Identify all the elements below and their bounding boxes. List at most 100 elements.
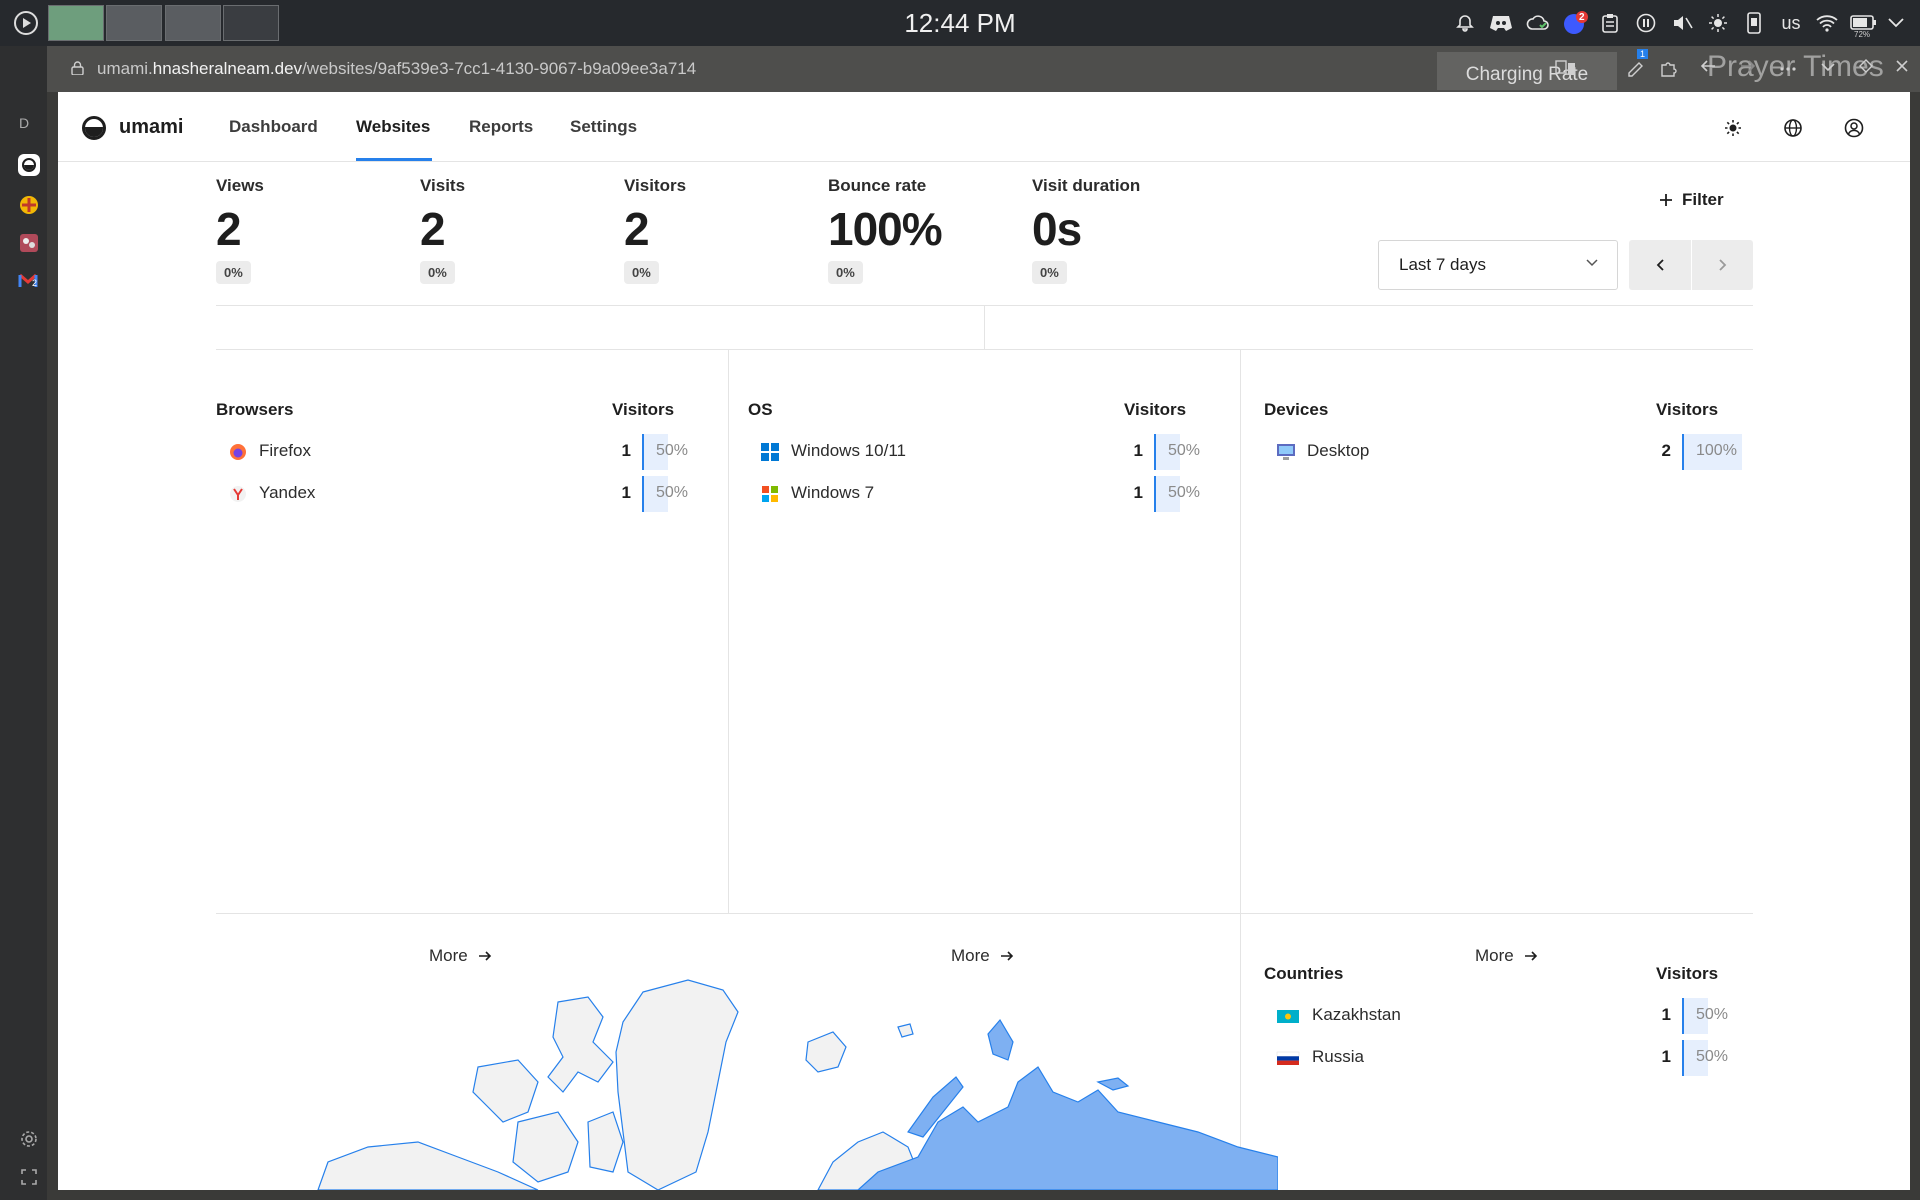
table-row[interactable]: Firefox 1 50% xyxy=(216,434,706,470)
next-period-button[interactable] xyxy=(1692,240,1753,290)
more-options-icon[interactable] xyxy=(1777,59,1799,79)
row-count: 1 xyxy=(1133,441,1143,460)
tab-reports[interactable]: Reports xyxy=(469,117,533,137)
os-more-link[interactable]: More xyxy=(951,946,1014,966)
table-row[interactable]: Desktop 2 100% xyxy=(1264,434,1754,470)
colorful-app-icon[interactable] xyxy=(14,190,44,220)
table-row[interactable]: Kazakhstan 1 50% xyxy=(1264,998,1754,1034)
severnaya-zemlya-shape xyxy=(987,1018,1014,1061)
discord-icon[interactable] xyxy=(1488,11,1514,35)
table-row[interactable]: Windows 10/11 1 50% xyxy=(748,434,1238,470)
chevron-down-icon[interactable] xyxy=(1884,11,1908,35)
launcher-icon[interactable] xyxy=(14,11,38,35)
row-percent: 50% xyxy=(642,476,692,512)
table-row[interactable]: Russia 1 50% xyxy=(1264,1040,1754,1076)
pause-icon[interactable] xyxy=(1634,11,1658,35)
url-field[interactable]: umami.hnasheralneam.dev/websites/9af539e… xyxy=(97,59,696,79)
metric-visitors: Visitors 2 0% xyxy=(624,176,686,284)
gmail-icon[interactable]: 2 xyxy=(14,266,44,296)
world-map[interactable] xyxy=(218,972,1278,1190)
metric-change-badge: 0% xyxy=(1032,261,1067,284)
metric-change-badge: 0% xyxy=(624,261,659,284)
row-count: 1 xyxy=(1661,1047,1671,1066)
url-path: /websites/9af539e3-7cc1-4130-9067-b9a09e… xyxy=(302,59,697,78)
previous-period-button[interactable] xyxy=(1629,240,1691,290)
metric-value: 2 xyxy=(420,203,446,255)
row-count: 1 xyxy=(1661,1005,1671,1024)
user-profile-icon[interactable] xyxy=(1840,114,1868,142)
device-icon[interactable] xyxy=(1742,11,1766,35)
brand-name[interactable]: umami xyxy=(119,116,183,139)
umami-app-window: umami Dashboard Websites Reports Setting… xyxy=(58,92,1910,1190)
workspace-3[interactable] xyxy=(165,5,221,41)
workspace-4[interactable] xyxy=(223,5,279,41)
language-globe-icon[interactable] xyxy=(1779,114,1807,142)
metric-label: Views xyxy=(216,176,264,195)
table-title: OS xyxy=(748,400,773,419)
row-count: 1 xyxy=(621,483,631,502)
metric-views: Views 2 0% xyxy=(216,176,264,284)
browsers-more-link[interactable]: More xyxy=(429,946,492,966)
workspace-1[interactable] xyxy=(48,5,104,41)
minimize-icon[interactable] xyxy=(1817,59,1839,79)
clipboard-icon[interactable] xyxy=(1598,11,1622,35)
lock-icon xyxy=(71,61,84,75)
settings-icon[interactable] xyxy=(14,1124,44,1154)
date-range-value: Last 7 days xyxy=(1399,255,1486,274)
metric-bounce-rate: Bounce rate 100% 0% xyxy=(828,176,943,284)
table-row[interactable]: Yandex 1 50% xyxy=(216,476,706,512)
alarm-icon[interactable] xyxy=(1453,11,1477,35)
clock[interactable]: 12:44 PM xyxy=(860,8,1060,39)
translate-icon[interactable] xyxy=(1555,59,1577,79)
workspace-2[interactable] xyxy=(106,5,162,41)
row-name: Kazakhstan xyxy=(1312,1005,1401,1024)
row-percent: 50% xyxy=(1154,434,1204,470)
metric-label: Visits xyxy=(420,176,466,195)
more-label: More xyxy=(1475,946,1514,965)
screenshot-icon[interactable] xyxy=(14,1162,44,1192)
notifications-icon[interactable]: 2 xyxy=(1562,11,1588,35)
keyboard-layout[interactable]: us xyxy=(1774,11,1808,35)
url-domain: hnasheralneam.dev xyxy=(152,59,303,78)
north-america-shape xyxy=(317,1141,539,1190)
metric-label: Visitors xyxy=(624,176,687,195)
row-percent: 50% xyxy=(1682,1040,1732,1076)
umami-logo-icon[interactable] xyxy=(82,116,106,140)
tab-dashboard[interactable]: Dashboard xyxy=(229,117,318,137)
back-arrow-icon[interactable] xyxy=(1697,59,1719,79)
metric-value: 2 xyxy=(624,203,650,255)
row-name: Firefox xyxy=(259,441,311,460)
metric-visits: Visits 2 0% xyxy=(420,176,465,284)
battery-icon[interactable]: 72% xyxy=(1850,11,1878,39)
filter-button[interactable]: Filter xyxy=(1658,190,1724,210)
chart-divider xyxy=(984,306,985,349)
forward-arrow-icon[interactable] xyxy=(1737,59,1759,79)
metric-change-badge: 0% xyxy=(420,261,455,284)
row-percent: 50% xyxy=(642,434,692,470)
tab-websites[interactable]: Websites xyxy=(356,117,430,137)
volume-muted-icon[interactable] xyxy=(1670,11,1694,35)
theme-toggle-icon[interactable] xyxy=(1719,114,1747,142)
brightness-icon[interactable] xyxy=(1706,11,1730,35)
table-row[interactable]: Windows 7 1 50% xyxy=(748,476,1238,512)
wifi-icon[interactable] xyxy=(1814,11,1840,35)
tab-settings[interactable]: Settings xyxy=(570,117,637,137)
photo-app-icon[interactable] xyxy=(14,228,44,258)
puzzle-icon[interactable] xyxy=(1657,59,1679,79)
row-name: Windows 7 xyxy=(791,483,875,502)
column-header: Visitors xyxy=(612,400,675,419)
cloud-sync-icon[interactable] xyxy=(1525,11,1551,35)
arrow-right-icon xyxy=(1524,951,1537,961)
maximize-icon[interactable] xyxy=(1855,59,1877,79)
close-icon[interactable] xyxy=(1891,59,1913,79)
extension-icon[interactable]: 1 xyxy=(1625,49,1649,79)
devices-more-link[interactable]: More xyxy=(1475,946,1538,966)
row-name: Russia xyxy=(1312,1047,1364,1066)
greenland-shape xyxy=(615,979,739,1190)
top-navigation: umami Dashboard Websites Reports Setting… xyxy=(58,92,1910,162)
more-label: More xyxy=(429,946,468,965)
metric-value: 2 xyxy=(216,203,242,255)
system-top-bar: 12:44 PM 2 us 72% xyxy=(0,0,1920,46)
date-range-select[interactable]: Last 7 days xyxy=(1378,240,1618,290)
umami-app-icon[interactable] xyxy=(14,150,44,180)
